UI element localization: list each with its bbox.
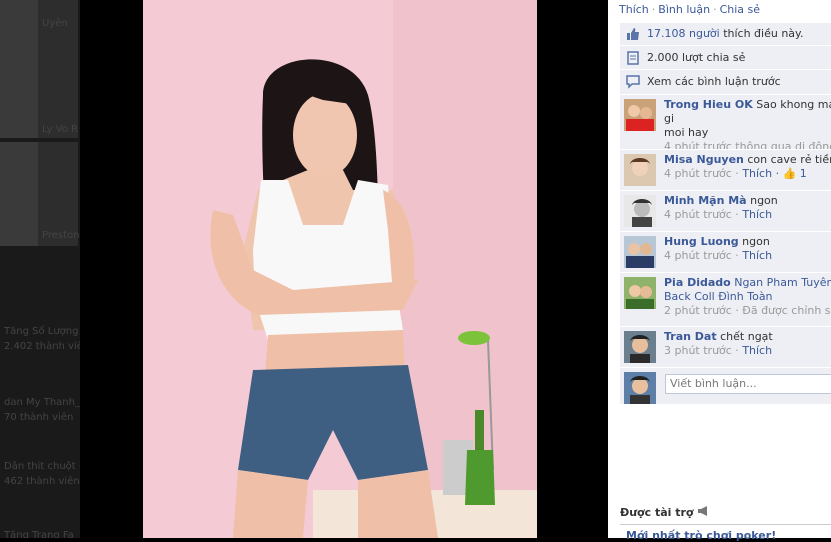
- thumbs-up-icon: [627, 28, 639, 40]
- group-name[interactable]: dan My Thanh_: [4, 397, 80, 408]
- comments-panel: Thích · Bình luận · Chia sẻ 17.108 người thí…: [608, 0, 831, 542]
- photo-overlay-edge: [80, 0, 143, 538]
- share-link[interactable]: Chia sẻ: [720, 3, 760, 16]
- group-name[interactable]: Tăng Số Lượng: [4, 326, 78, 337]
- comment-like-link[interactable]: Thích: [742, 167, 772, 180]
- photo-illustration: [143, 0, 537, 538]
- comment-item: Minh Mặn Mà ngon 4 phút trước · Thích: [620, 191, 831, 232]
- megaphone-icon: [698, 506, 708, 516]
- group-name[interactable]: Tăng Trang Fa: [4, 530, 74, 538]
- comment-like-link[interactable]: Thích: [742, 208, 772, 221]
- comment-author[interactable]: Misa Nguyen: [664, 153, 744, 166]
- comment-author[interactable]: Trong Hieu OK: [664, 98, 753, 111]
- comment-author[interactable]: Hung Luong: [664, 235, 739, 248]
- comment-meta: 3 phút trước ·: [664, 344, 743, 357]
- comment-item: Trong Hieu OK Sao khong mac cai gi moi h…: [620, 95, 831, 150]
- avatar[interactable]: [624, 277, 656, 309]
- comment-author[interactable]: Minh Mặn Mà: [664, 194, 747, 207]
- friend-thumbnail[interactable]: [38, 38, 78, 138]
- likes-suffix: thích điều này.: [719, 27, 804, 40]
- comment-like-count[interactable]: · 👍 1: [772, 167, 807, 180]
- comment-text: chết ngạt: [716, 330, 773, 343]
- sponsored-title: Được tài trợ: [620, 506, 709, 519]
- comment-text: Ngan Pham Tuyên Tinh: [734, 276, 831, 289]
- comment-meta: 4 phút trước ·: [664, 167, 743, 180]
- group-name[interactable]: Dân thit chuột (: [4, 461, 83, 472]
- post-actions: Thích · Bình luận · Chia sẻ: [619, 3, 761, 16]
- comment-item: Hung Luong ngon 4 phút trước · Thích: [620, 232, 831, 273]
- friend-name[interactable]: Ly Vo R: [42, 124, 78, 135]
- share-icon: [627, 51, 639, 65]
- left-column: Uyên Ly Vo R Preston Tăng Số Lượng 2.402…: [0, 0, 143, 538]
- friend-name[interactable]: Preston: [42, 230, 80, 241]
- comment-item: Misa Nguyen con cave rẻ tiền 4 phút trướ…: [620, 150, 831, 191]
- comment-item: Tran Dat chết ngạt 3 phút trước · Thích: [620, 327, 831, 368]
- comment-meta: 4 phút trước thông qua di động · Th: [664, 140, 831, 150]
- avatar[interactable]: [624, 236, 656, 268]
- avatar[interactable]: [624, 99, 656, 131]
- friend-thumbnail[interactable]: [0, 142, 40, 246]
- comment-text: ngon: [746, 194, 778, 207]
- view-previous-comments-link[interactable]: Xem các bình luận trước: [647, 75, 781, 88]
- comment-like-link[interactable]: Thích: [742, 249, 772, 262]
- comment-composer: Viết bình luận...: [620, 368, 831, 405]
- comment-input[interactable]: Viết bình luận...: [665, 374, 831, 394]
- post-photo[interactable]: [143, 0, 537, 538]
- comment-text: con cave rẻ tiền: [743, 153, 831, 166]
- comment-like-link[interactable]: Thích: [742, 344, 772, 357]
- comment-meta: 4 phút trước ·: [664, 249, 743, 262]
- avatar: [624, 372, 656, 404]
- comment-bubble-icon: [626, 75, 640, 89]
- photo-margin: [537, 0, 608, 538]
- comment-author[interactable]: Tran Dat: [664, 330, 717, 343]
- group-members: 70 thành viên: [4, 412, 74, 423]
- comment-text: ngon: [738, 235, 770, 248]
- likes-count-link[interactable]: 17.108 người: [647, 27, 720, 40]
- comment-author[interactable]: Pia Didado: [664, 276, 731, 289]
- friend-thumbnail[interactable]: [0, 38, 40, 138]
- shares-row: 2.000 lượt chia sẻ: [620, 46, 831, 70]
- group-members: 2.402 thành viên: [4, 341, 90, 352]
- comment-meta: 2 phút trước · Đã được chỉnh sửa · T: [664, 304, 831, 317]
- view-previous-row: Xem các bình luận trước: [620, 70, 831, 95]
- avatar[interactable]: [624, 195, 656, 227]
- likes-row: 17.108 người thích điều này.: [620, 23, 831, 46]
- comment-text-continued: moi hay: [664, 126, 709, 139]
- comment-text-continued: Back Coll Đình Toàn: [664, 290, 773, 303]
- comment-link[interactable]: Bình luận: [658, 3, 710, 16]
- divider: [620, 524, 831, 525]
- comment-item: Pia Didado Ngan Pham Tuyên Tinh Back Col…: [620, 273, 831, 327]
- avatar[interactable]: [624, 154, 656, 186]
- shares-count-link[interactable]: 2.000 lượt chia sẻ: [647, 51, 745, 64]
- sponsored-link[interactable]: Mới nhất trò chơi poker!: [626, 529, 776, 542]
- group-members: 462 thành viên: [4, 476, 80, 487]
- avatar[interactable]: [624, 331, 656, 363]
- friend-name[interactable]: Uyên: [42, 18, 68, 29]
- comment-meta: 4 phút trước ·: [664, 208, 743, 221]
- like-link[interactable]: Thích: [619, 3, 649, 16]
